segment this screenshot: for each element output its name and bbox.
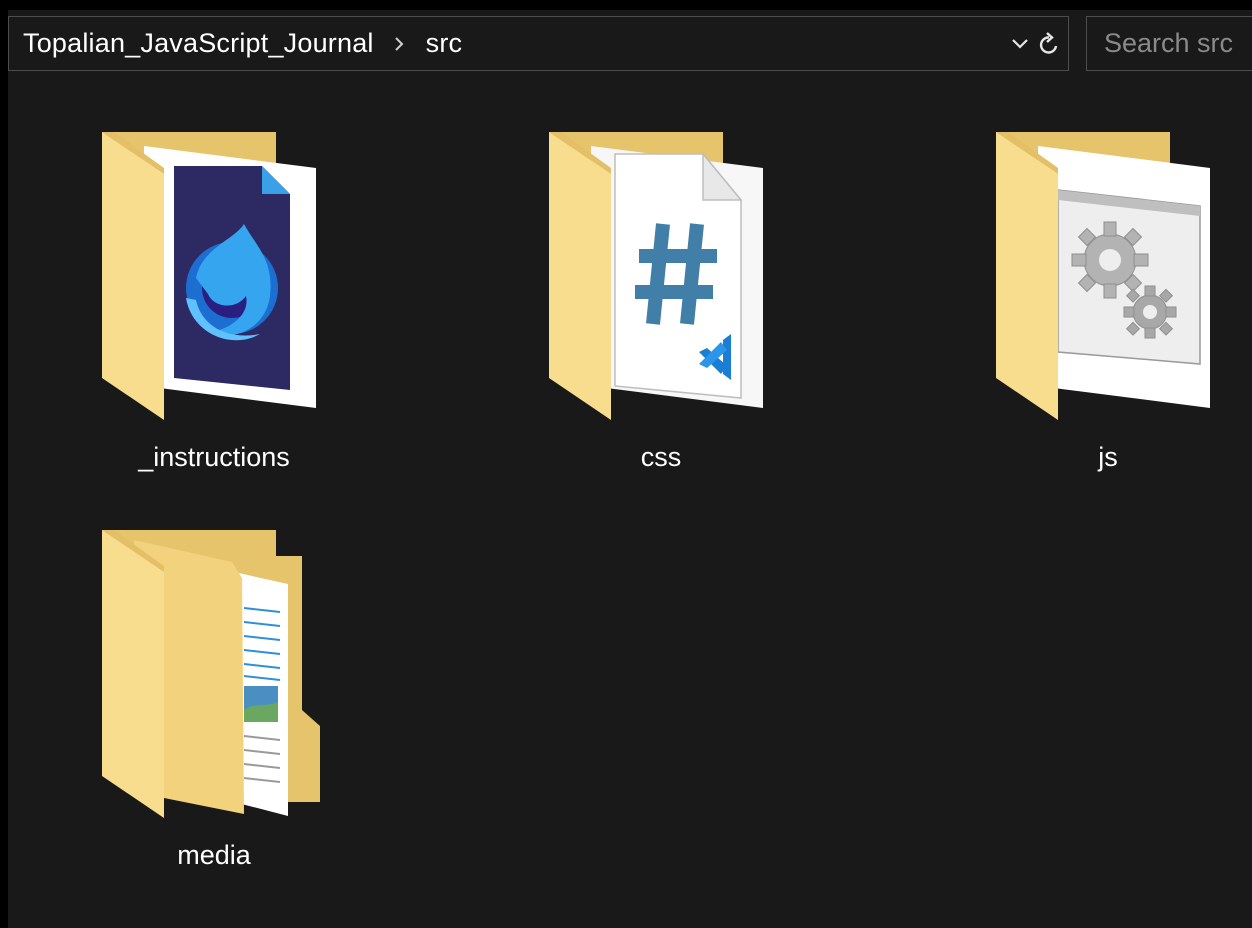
item-label-media: media [177, 840, 251, 870]
folder-item-media[interactable]: media [84, 526, 344, 886]
breadcrumb-root[interactable]: Topalian_JavaScript_Journal [23, 28, 374, 59]
address-bar[interactable]: Topalian_JavaScript_Journal src [8, 16, 1069, 71]
chevron-right-icon[interactable] [394, 36, 404, 51]
folder-firefox-developer-icon [102, 132, 316, 420]
item-label-instructions: _instructions [138, 442, 290, 472]
title-strip [0, 0, 1252, 10]
item-label-js: js [1098, 442, 1118, 472]
item-label-css: css [640, 442, 682, 472]
file-explorer-window: Topalian_JavaScript_Journal src Search s… [0, 0, 1252, 928]
folder-documents-icon [102, 530, 320, 818]
breadcrumb-current[interactable]: src [426, 28, 463, 59]
folder-css-file-icon [549, 132, 763, 420]
folder-gears-icon [996, 132, 1210, 420]
chevron-down-icon[interactable] [1012, 38, 1028, 50]
refresh-icon[interactable] [1038, 31, 1060, 56]
left-edge [0, 0, 8, 928]
search-input[interactable] [1086, 16, 1252, 71]
folder-item-instructions[interactable]: _instructions [84, 128, 344, 488]
folder-item-css[interactable]: css [531, 128, 791, 488]
address-bar-controls [1012, 17, 1060, 70]
folder-item-js[interactable]: js [978, 128, 1238, 488]
